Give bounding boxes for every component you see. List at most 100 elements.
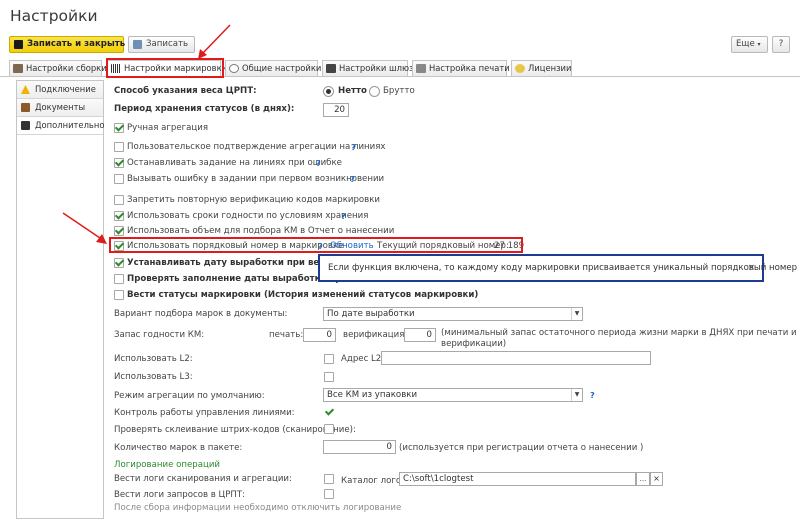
- clear-icon[interactable]: ×: [650, 472, 663, 486]
- save-icon: [14, 40, 23, 49]
- verification-label: верификация:: [343, 330, 408, 340]
- tab-gateway-settings[interactable]: Настройки шлюз: [322, 60, 413, 76]
- chat-icon: [21, 121, 30, 130]
- save-and-close-label: Записать и закрыть: [27, 39, 126, 49]
- qty-input[interactable]: 0: [323, 440, 396, 454]
- tab-build-settings[interactable]: Настройки сборки: [9, 60, 107, 76]
- net-radio[interactable]: [323, 86, 334, 97]
- help-icon[interactable]: ?: [350, 174, 355, 184]
- briefcase-icon: [21, 103, 30, 112]
- check-date-checkbox[interactable]: [114, 274, 124, 284]
- tab-label: Настройки сборки: [26, 63, 107, 73]
- qty-note: (используется при регистрации отчета о н…: [399, 443, 644, 453]
- variant-value: По дате выработки: [327, 309, 415, 319]
- lines-control-checkbox[interactable]: [324, 407, 334, 417]
- write-label: Записать: [146, 39, 189, 49]
- help-icon[interactable]: ?: [316, 158, 321, 168]
- write-button[interactable]: Записать: [128, 36, 195, 53]
- log-crpt-label: Вести логи запросов в ЦРПТ:: [114, 490, 246, 500]
- variant-label: Вариант подбора марок в документы:: [114, 309, 288, 319]
- storage-input[interactable]: 20: [323, 103, 349, 117]
- stop-task-label: Останавливать задание на линиях при ошиб…: [127, 158, 342, 168]
- tab-licenses[interactable]: Лицензии: [511, 60, 572, 76]
- gateway-icon: [326, 64, 336, 73]
- footer-note: После сбора информации необходимо отключ…: [114, 503, 402, 513]
- tab-label: Лицензии: [528, 63, 572, 73]
- red-arrow-icon: [198, 24, 231, 59]
- history-label: Вести статусы маркировки (История измене…: [127, 290, 479, 300]
- help-button[interactable]: ?: [772, 36, 790, 53]
- l2-address-label: Адрес L2:: [341, 354, 385, 364]
- log-crpt-checkbox[interactable]: [324, 489, 334, 499]
- history-checkbox[interactable]: [114, 290, 124, 300]
- vtab-additional[interactable]: Дополнительно: [17, 117, 104, 135]
- red-arrow-icon: [62, 212, 107, 244]
- build-icon: [13, 64, 23, 73]
- print-label: печать:: [269, 330, 304, 340]
- l2-address-input[interactable]: [381, 351, 651, 365]
- l3-checkbox[interactable]: [324, 372, 334, 382]
- left-panel: Подключение Документы Дополнительно: [16, 80, 104, 519]
- more-label: Еще: [736, 39, 755, 49]
- glue-check-checkbox[interactable]: [324, 424, 334, 434]
- forbid-reverify-checkbox[interactable]: [114, 195, 124, 205]
- expiry-checkbox[interactable]: [114, 211, 124, 221]
- page-title: Настройки: [10, 7, 98, 25]
- help-icon[interactable]: ?: [590, 390, 595, 400]
- vtab-label: Документы: [35, 102, 86, 112]
- log-scan-checkbox[interactable]: [324, 474, 334, 484]
- save-and-close-button[interactable]: Записать и закрыть: [9, 36, 126, 53]
- browse-button[interactable]: ...: [636, 472, 650, 486]
- verification-reserve-input[interactable]: 0: [404, 328, 436, 342]
- more-button[interactable]: Еще ▾: [731, 36, 768, 53]
- reserve-note: (минимальный запас остаточного периода ж…: [441, 328, 797, 338]
- print-reserve-input[interactable]: 0: [303, 328, 336, 342]
- mode-value: Все КМ из упаковки: [327, 390, 418, 400]
- net-label: Нетто: [338, 86, 367, 96]
- l2-label: Использовать L2:: [114, 354, 193, 364]
- printer-icon: [416, 64, 426, 73]
- reserve-label: Запас годности КМ:: [114, 330, 205, 340]
- tab-print-settings[interactable]: Настройка печати: [412, 60, 510, 76]
- weight-label: Способ указания веса ЦРПТ:: [114, 86, 257, 96]
- manual-aggregation-label: Ручная агрегация: [127, 123, 209, 133]
- chevron-down-icon[interactable]: ▼: [571, 308, 582, 320]
- log-dir-input[interactable]: C:\soft\1clogtest: [399, 472, 636, 486]
- check-date-label: Проверять заполнение даты выработки при: [127, 274, 348, 284]
- confirm-aggregation-label: Пользовательское подтверждение агрегации…: [127, 142, 386, 152]
- storage-label: Период хранения статусов (в днях):: [114, 104, 295, 114]
- license-icon: [515, 64, 525, 73]
- first-error-label: Вызывать ошибку в задании при первом воз…: [127, 174, 385, 184]
- help-icon[interactable]: ?: [341, 211, 346, 221]
- l2-checkbox[interactable]: [324, 354, 334, 364]
- tab-general-settings[interactable]: Общие настройки: [225, 60, 322, 76]
- tooltip: Если функция включена, то каждому коду м…: [318, 254, 797, 282]
- manual-aggregation-checkbox[interactable]: [114, 123, 124, 133]
- tab-label: Настройка печати: [429, 63, 510, 73]
- vtab-connection[interactable]: Подключение: [17, 81, 103, 99]
- volume-checkbox[interactable]: [114, 226, 124, 236]
- confirm-aggregation-checkbox[interactable]: [114, 142, 124, 152]
- stop-task-checkbox[interactable]: [114, 158, 124, 168]
- help-icon[interactable]: ?: [351, 142, 356, 152]
- volume-label: Использовать объем для подбора КМ в Отче…: [127, 226, 395, 236]
- vtab-documents[interactable]: Документы: [17, 99, 103, 117]
- variant-select[interactable]: По дате выработки ▼: [323, 307, 583, 321]
- glue-check-label: Проверять склеивание штрих-кодов (сканир…: [114, 425, 356, 435]
- warning-icon: [21, 85, 30, 94]
- mode-select[interactable]: Все КМ из упаковки ▼: [323, 388, 583, 402]
- gross-label: Брутто: [383, 86, 415, 96]
- tooltip-text: Если функция включена, то каждому коду м…: [328, 263, 798, 273]
- lines-control-label: Контроль работы управления линиями:: [114, 408, 295, 418]
- vtab-label: Подключение: [35, 84, 96, 94]
- close-icon[interactable]: ×: [747, 256, 755, 280]
- log-scan-label: Вести логи сканирования и агрегации:: [114, 474, 292, 484]
- chevron-down-icon[interactable]: ▼: [571, 389, 582, 401]
- gross-radio[interactable]: [369, 86, 380, 97]
- set-date-checkbox[interactable]: [114, 258, 124, 268]
- expiry-label: Использовать сроки годности по условиям …: [127, 211, 369, 221]
- first-error-checkbox[interactable]: [114, 174, 124, 184]
- tab-label: Общие настройки: [242, 63, 322, 73]
- mode-label: Режим агрегации по умолчанию:: [114, 391, 265, 401]
- l3-label: Использовать L3:: [114, 372, 193, 382]
